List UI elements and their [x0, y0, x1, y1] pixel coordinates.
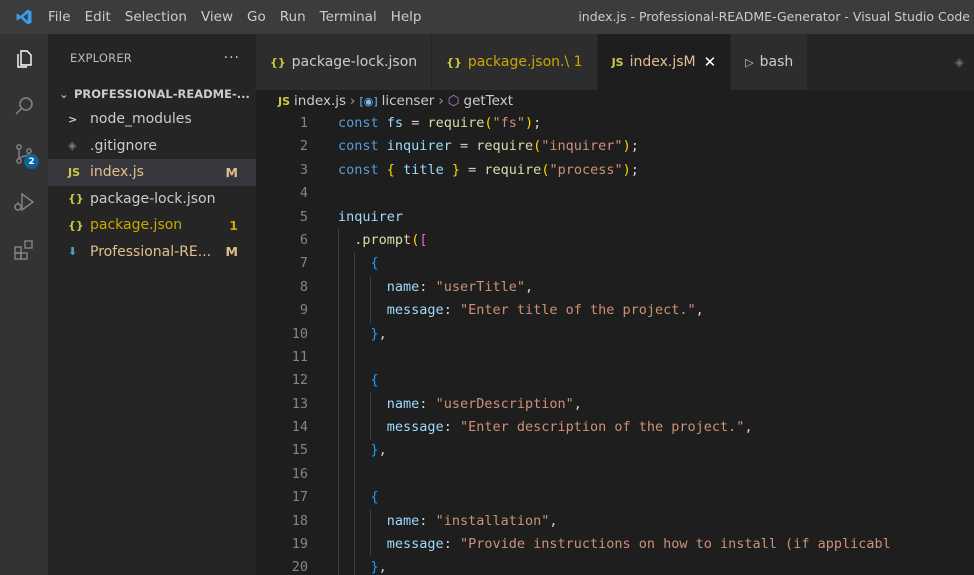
more-actions-icon[interactable]: ··· [224, 50, 240, 66]
code-line: 6 .prompt([ [256, 228, 974, 253]
code-line: 16 [256, 462, 974, 487]
breadcrumb-file[interactable]: index.js [294, 93, 346, 109]
code-line: 17 { [256, 486, 974, 510]
file-name: node_modules [90, 111, 192, 128]
editor-tab[interactable]: {} package.json .\ 1 [432, 34, 598, 90]
tab-file-icon: {} [270, 55, 286, 69]
menu-terminal[interactable]: Terminal [313, 0, 384, 34]
search-icon[interactable] [0, 82, 48, 130]
tab-overflow-icon[interactable]: ◈ [955, 34, 964, 90]
explorer-icon[interactable] [0, 34, 48, 82]
workspace-folder[interactable]: ⌄ PROFESSIONAL-README-... [48, 82, 256, 106]
activity-bar: 2 [0, 34, 48, 575]
code-line: 20 }, [256, 556, 974, 575]
run-debug-icon[interactable] [0, 178, 48, 226]
tab-label: package-lock.json [291, 54, 418, 70]
file-tree-item[interactable]: {} package.json 1 [48, 212, 256, 239]
file-type-icon: {} [68, 218, 84, 232]
method-icon: ⬡ [447, 93, 460, 109]
tab-file-icon: JS [611, 55, 624, 69]
menu-help[interactable]: Help [384, 0, 429, 34]
editor-area: {} package-lock.json {} package.json .\ 1 JS… [256, 34, 974, 575]
code-line: 10 }, [256, 322, 974, 346]
file-name: package-lock.json [90, 190, 216, 207]
js-file-icon: JS [278, 94, 291, 108]
code-line: 4 [299, 185, 308, 202]
file-tree-item[interactable]: > node_modules [48, 106, 256, 133]
chevron-right-icon: › [438, 93, 444, 109]
code-line: 7 { [256, 252, 974, 276]
menu-view[interactable]: View [194, 0, 240, 34]
file-status-badge: M [225, 244, 238, 260]
tab-file-icon: {} [446, 55, 462, 69]
code-line: 13 name: "userDescription", [256, 392, 974, 417]
file-name: Professional-RE... [90, 243, 212, 260]
editor-tabs: {} package-lock.json {} package.json .\ 1 JS… [256, 34, 974, 90]
tab-label: package.json [467, 54, 561, 70]
code-line: 15 }, [256, 439, 974, 463]
workspace-folder-label: PROFESSIONAL-README-... [74, 87, 250, 101]
chevron-down-icon: ⌄ [59, 87, 69, 101]
code-editor[interactable]: 1 const fs = require("fs"); 2 const inquir… [256, 112, 974, 575]
menu-file[interactable]: File [48, 0, 78, 34]
file-name: index.js [90, 164, 144, 181]
editor-tab[interactable]: {} package-lock.json [256, 34, 433, 90]
breadcrumb: JS index.js › [◉] licenser › ⬡ getText [256, 90, 974, 112]
code-line: 2 const inquirer = require("inquirer"); [299, 138, 639, 155]
file-type-icon: ⬇ [68, 245, 78, 259]
code-line: 3 const { title } = require("process"); [299, 161, 639, 178]
file-name: package.json [90, 217, 183, 234]
file-tree-item[interactable]: JS index.js M [48, 159, 256, 186]
code-line: 14 message: "Enter description of the pr… [256, 416, 974, 440]
vscode-logo-icon [0, 0, 48, 34]
code-line: 19 message: "Provide instructions on how… [256, 533, 974, 557]
file-type-icon: > [68, 112, 78, 126]
file-status-badge: M [225, 164, 238, 180]
explorer-sidebar: EXPLORER ··· ⌄ PROFESSIONAL-README-... >… [48, 34, 256, 575]
tab-label: bash [759, 54, 794, 70]
breadcrumb-symbol[interactable]: licenser [382, 93, 435, 109]
file-type-icon: ◈ [68, 139, 77, 153]
tab-status: M [683, 54, 696, 70]
menu-edit[interactable]: Edit [78, 0, 118, 34]
file-tree: > node_modules ◈ .gitignore JS index.js M {} pac… [48, 106, 256, 265]
editor-tab[interactable]: ▷ bash [731, 34, 809, 90]
variable-icon: [◉] [359, 94, 378, 108]
chevron-right-icon: › [350, 93, 356, 109]
source-control-icon[interactable]: 2 [0, 130, 48, 178]
code-line: 5 inquirer [299, 208, 404, 225]
breadcrumb-method[interactable]: getText [464, 93, 513, 109]
tab-status: .\ 1 [560, 54, 583, 70]
menu-go[interactable]: Go [240, 0, 273, 34]
code-line: 1 const fs = require("fs"); [299, 115, 542, 131]
code-line: 12 { [256, 369, 974, 393]
file-status-badge: 1 [229, 217, 238, 233]
editor-tab[interactable]: JS index.js M ✕ [597, 34, 732, 90]
extensions-icon[interactable] [0, 226, 48, 274]
explorer-title: EXPLORER [70, 51, 132, 65]
menu-run[interactable]: Run [273, 0, 313, 34]
file-tree-item[interactable]: {} package-lock.json [48, 186, 256, 213]
file-tree-item[interactable]: ◈ .gitignore [48, 133, 256, 160]
code-line: 18 name: "installation", [256, 509, 974, 534]
code-line: 8 name: "userTitle", [256, 275, 974, 300]
code-line: 11 [256, 345, 974, 370]
code-line: 9 message: "Enter title of the project."… [256, 299, 974, 323]
source-control-badge: 2 [24, 154, 39, 169]
tab-label: index.js [629, 54, 684, 70]
close-icon[interactable]: ✕ [704, 53, 717, 71]
window-title: index.js - Professional-README-Generator… [578, 9, 970, 24]
explorer-header: EXPLORER ··· [48, 34, 256, 82]
title-bar: File Edit Selection View Go Run Terminal… [0, 0, 974, 34]
file-type-icon: JS [68, 165, 81, 179]
file-name: .gitignore [90, 137, 157, 154]
menu-selection[interactable]: Selection [118, 0, 194, 34]
file-tree-item[interactable]: ⬇ Professional-RE... M [48, 239, 256, 266]
menu-bar: File Edit Selection View Go Run Terminal… [48, 0, 428, 34]
file-type-icon: {} [68, 192, 84, 206]
tab-file-icon: ▷ [745, 55, 754, 69]
